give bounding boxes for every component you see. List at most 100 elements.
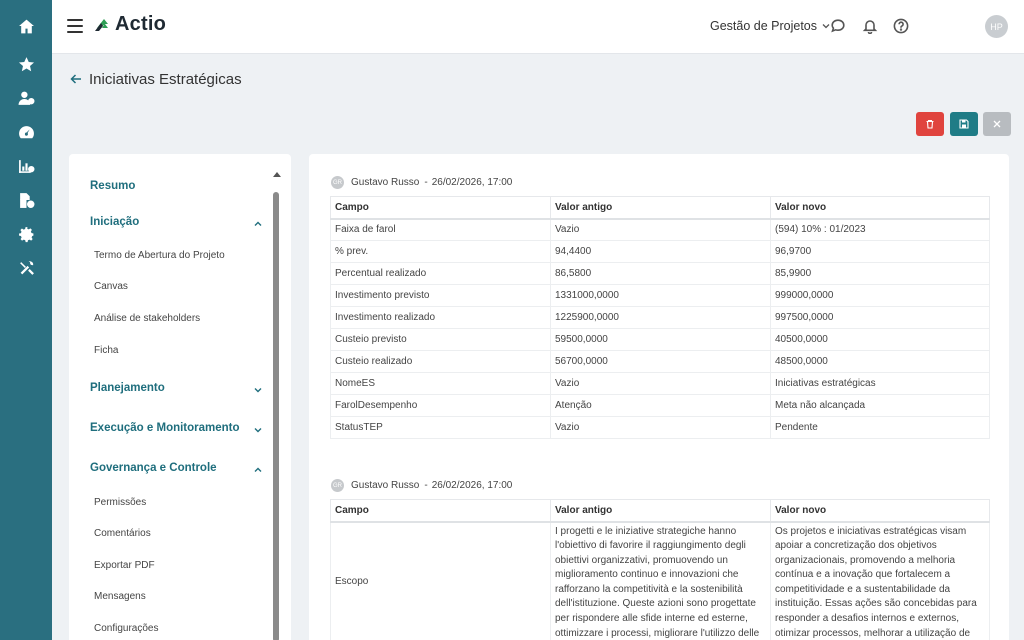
save-icon [959,119,969,129]
star-icon[interactable] [0,52,52,76]
nav-section-planejamento[interactable]: Planejamento [90,382,165,394]
column-header-valor-antigo: Valor antigo [550,499,771,523]
cell-old-value: 1225900,0000 [550,306,771,329]
column-header-valor-novo: Valor novo [770,499,990,523]
scroll-up-arrow-icon[interactable] [273,172,281,177]
save-button[interactable] [950,112,978,136]
nav-item-stakeholders[interactable]: Análise de stakeholders [94,313,200,324]
table-row: Custeio realizado 56700,0000 48500,0000 [330,350,990,373]
project-selector[interactable]: Gestão de Projetos [710,19,830,33]
cell-field: Percentual realizado [330,262,551,285]
entry-separator: - [424,177,428,188]
cell-old-value: Atenção [550,394,771,417]
table-header-row: Campo Valor antigo Valor novo [330,196,990,220]
cell-new-value: Pendente [770,416,990,439]
users-icon[interactable] [0,86,52,110]
entry-user: Gustavo Russo [351,177,420,188]
nav-item-permissoes[interactable]: Permissões [94,497,146,508]
cell-field: Escopo [330,520,551,640]
cell-field: Faixa de farol [330,218,551,241]
page-title: Iniciativas Estratégicas [89,71,242,88]
entry-user: Gustavo Russo [351,480,420,491]
nav-item-exportar-pdf[interactable]: Exportar PDF [94,560,155,571]
nav-section-governanca[interactable]: Governança e Controle [90,462,217,474]
close-button[interactable] [983,112,1011,136]
table-row: Faixa de farol Vazio (594) 10% : 01/2023 [330,218,990,241]
cell-new-value: 997500,0000 [770,306,990,329]
column-header-valor-antigo: Valor antigo [550,196,771,220]
cell-field: Custeio realizado [330,350,551,373]
trash-icon [926,119,934,129]
cell-field: FarolDesempenho [330,394,551,417]
nav-item-ficha[interactable]: Ficha [94,345,118,356]
left-rail [0,0,52,640]
cell-old-value: Vazio [550,372,771,395]
history-panel: GR Gustavo Russo - 26/02/2026, 17:00 Cam… [309,154,1009,640]
entry-date: 26/02/2026, 17:00 [431,177,513,188]
cell-field: NomeES [330,372,551,395]
avatar[interactable]: HP [985,15,1008,38]
nav-item-comentarios[interactable]: Comentários [94,528,151,539]
change-table: Campo Valor antigo Valor novo Escopo I p… [330,499,990,640]
history-entry-header: GR Gustavo Russo - 26/02/2026, 17:00 [331,479,512,492]
cell-field: Investimento realizado [330,306,551,329]
cell-old-value: I progetti e le iniziative strategiche h… [550,520,771,640]
cell-new-value: Os projetos e iniciativas estratégicas v… [770,520,990,640]
cell-new-value: 96,9700 [770,240,990,263]
cell-old-value: 56700,0000 [550,350,771,373]
cell-old-value: Vazio [550,218,771,241]
back-arrow-icon[interactable] [69,72,83,86]
document-money-icon[interactable] [0,188,52,212]
table-row: Percentual realizado 86,5800 85,9900 [330,262,990,285]
cell-new-value: 85,9900 [770,262,990,285]
table-row: Investimento realizado 1225900,0000 997500… [330,306,990,329]
help-icon[interactable] [892,17,910,35]
cell-old-value: 86,5800 [550,262,771,285]
home-icon[interactable] [0,14,52,38]
chevron-down-icon[interactable] [254,426,262,434]
cell-old-value: 94,4400 [550,240,771,263]
chat-icon[interactable] [829,17,847,35]
cell-old-value: Vazio [550,416,771,439]
chart-icon[interactable] [0,154,52,178]
entry-date: 26/02/2026, 17:00 [431,480,513,491]
cell-old-value: 59500,0000 [550,328,771,351]
chevron-up-icon[interactable] [254,466,262,474]
chevron-up-icon[interactable] [254,220,262,228]
cell-new-value: Meta não alcançada [770,394,990,417]
gear-icon[interactable] [0,222,52,246]
table-row: Custeio previsto 59500,0000 40500,0000 [330,328,990,351]
menu-icon[interactable] [67,19,83,33]
column-header-campo: Campo [330,196,551,220]
nav-item-canvas[interactable]: Canvas [94,281,128,292]
user-avatar-icon: GR [331,479,344,492]
table-row: StatusTEP Vazio Pendente [330,416,990,439]
nav-section-resumo[interactable]: Resumo [90,180,135,192]
nav-item-termo-abertura[interactable]: Termo de Abertura do Projeto [94,250,225,261]
nav-item-configuracoes[interactable]: Configurações [94,623,158,634]
delete-button[interactable] [916,112,944,136]
tools-icon[interactable] [0,256,52,280]
user-avatar-icon: GR [331,176,344,189]
bell-icon[interactable] [861,17,879,35]
cell-field: % prev. [330,240,551,263]
table-header-row: Campo Valor antigo Valor novo [330,499,990,523]
table-row: FarolDesempenho Atenção Meta não alcançada [330,394,990,417]
change-table: Campo Valor antigo Valor novo Faixa de f… [330,196,990,439]
nav-section-iniciacao[interactable]: Iniciação [90,216,139,228]
cell-field: Custeio previsto [330,328,551,351]
close-icon [993,120,1001,128]
nav-item-mensagens[interactable]: Mensagens [94,591,146,602]
logo[interactable]: Actio [94,13,166,36]
scrollbar-thumb[interactable] [273,192,279,640]
nav-section-execucao[interactable]: Execução e Monitoramento [90,422,240,434]
cell-new-value: 999000,0000 [770,284,990,307]
cell-new-value: (594) 10% : 01/2023 [770,218,990,241]
top-bar: Actio Gestão de Projetos HP [52,0,1024,54]
avatar-initials: HP [990,21,1003,32]
dashboard-icon[interactable] [0,120,52,144]
history-entry-header: GR Gustavo Russo - 26/02/2026, 17:00 [331,176,512,189]
table-row: Investimento previsto 1331000,0000 999000,… [330,284,990,307]
cell-field: Investimento previsto [330,284,551,307]
chevron-down-icon[interactable] [254,386,262,394]
